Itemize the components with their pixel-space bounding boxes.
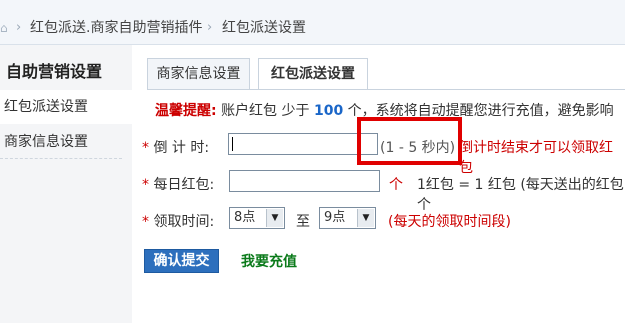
submit-button[interactable]: 确认提交 <box>144 249 219 273</box>
chevron-right-icon: › <box>207 20 213 35</box>
notice-amount: 100 <box>313 103 344 119</box>
time-label-group: * 领取时间: <box>142 211 214 231</box>
time-from-value: 8点 <box>234 210 256 225</box>
home-icon[interactable]: ⌂ <box>0 22 12 34</box>
breadcrumb-item-current: 红包派送设置 <box>222 20 306 36</box>
daily-unit: 个 <box>389 177 403 193</box>
countdown-label: 倒 计 时: <box>153 140 210 156</box>
notice-text-before: 账户红包 少于 <box>221 103 310 119</box>
notice-title: 温馨提醒: <box>155 103 217 119</box>
required-mark: * <box>142 177 149 193</box>
daily-red-packet-input[interactable] <box>229 170 380 192</box>
tab-red-packet-settings[interactable]: 红包派送设置 <box>258 58 368 89</box>
chevron-right-icon: › <box>16 20 22 35</box>
time-to-select[interactable]: 9点 ▼ <box>319 207 376 229</box>
countdown-input[interactable] <box>228 133 378 155</box>
sidebar-item-red-packet-settings[interactable]: 红包派送设置 <box>0 90 132 124</box>
countdown-label-group: * 倒 计 时: <box>142 137 209 157</box>
daily-label-group: * 每日红包: <box>142 174 214 194</box>
dropdown-arrow-icon[interactable]: ▼ <box>266 209 283 227</box>
tab-merchant-info[interactable]: 商家信息设置 <box>147 58 250 89</box>
daily-note: 1红包 = 1 红包 (每天送出的红包个 <box>417 177 624 213</box>
time-separator: 至 <box>296 214 310 230</box>
time-label: 领取时间: <box>153 214 215 230</box>
sidebar-title: 自助营销设置 <box>6 62 103 81</box>
daily-label: 每日红包: <box>153 177 215 193</box>
required-mark: * <box>142 214 149 230</box>
breadcrumb: ⌂ › 红包派送.商家自助营销插件 › 红包派送设置 <box>0 0 625 45</box>
sidebar-item-merchant-info[interactable]: 商家信息设置 <box>0 125 122 159</box>
recharge-link[interactable]: 我要充值 <box>241 251 297 271</box>
highlight-annotation-box <box>357 117 462 165</box>
breadcrumb-item-plugin[interactable]: 红包派送.商家自助营销插件 <box>30 20 202 36</box>
time-from-select[interactable]: 8点 ▼ <box>229 207 285 229</box>
time-to-value: 9点 <box>324 210 346 225</box>
countdown-note: 倒计时结束才可以领取红包 <box>459 140 613 176</box>
text-caret <box>232 137 233 151</box>
tab-divider <box>147 89 625 90</box>
dropdown-arrow-icon[interactable]: ▼ <box>357 209 374 227</box>
time-note: (每天的领取时间段) <box>388 214 511 230</box>
required-mark: * <box>142 140 149 156</box>
sidebar: 自助营销设置 红包派送设置 商家信息设置 <box>0 45 132 323</box>
